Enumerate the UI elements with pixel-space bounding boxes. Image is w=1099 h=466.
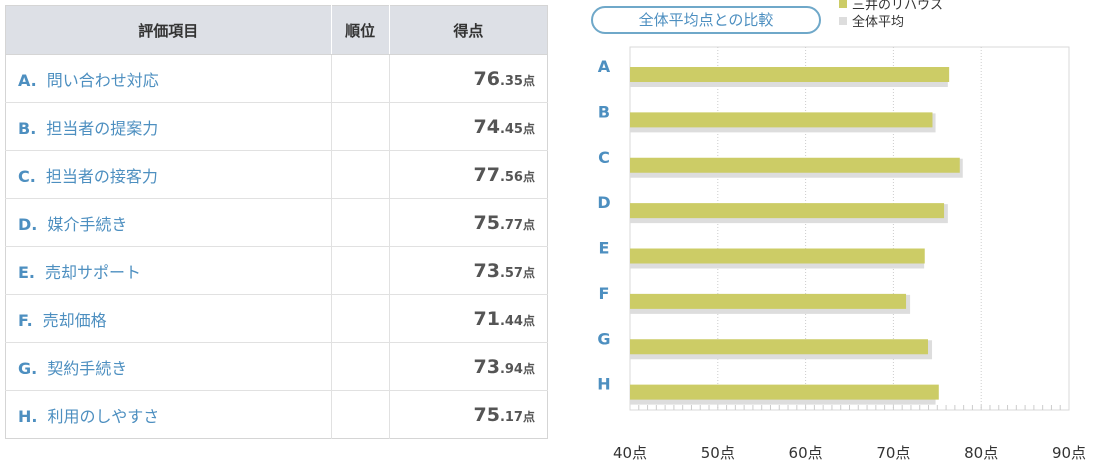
category-label: G (597, 329, 610, 348)
x-tick-label: 40点 (613, 444, 647, 462)
x-tick-label: 50点 (701, 444, 735, 462)
x-tick-label: 60点 (789, 444, 823, 462)
bar-company (630, 339, 928, 355)
category-label: B (598, 102, 610, 121)
x-tick-label: 90点 (1052, 444, 1086, 462)
bar-company (630, 248, 925, 264)
bar-company (630, 112, 933, 128)
category-label: D (597, 193, 610, 212)
x-tick-label: 70点 (876, 444, 910, 462)
bar-company (630, 293, 907, 309)
bar-company (630, 384, 939, 400)
x-tick-label: 80点 (964, 444, 998, 462)
bar-company (630, 67, 950, 82)
bar-company (630, 157, 960, 173)
category-label: F (599, 284, 610, 303)
bar-chart: 40点 50点 60点 70点 80点 90点 A B C D E F G H (597, 46, 1086, 462)
category-label: E (599, 239, 610, 258)
category-label: H (597, 375, 610, 394)
category-label: A (598, 57, 611, 76)
bar-company (630, 203, 945, 219)
category-label: C (598, 148, 610, 167)
